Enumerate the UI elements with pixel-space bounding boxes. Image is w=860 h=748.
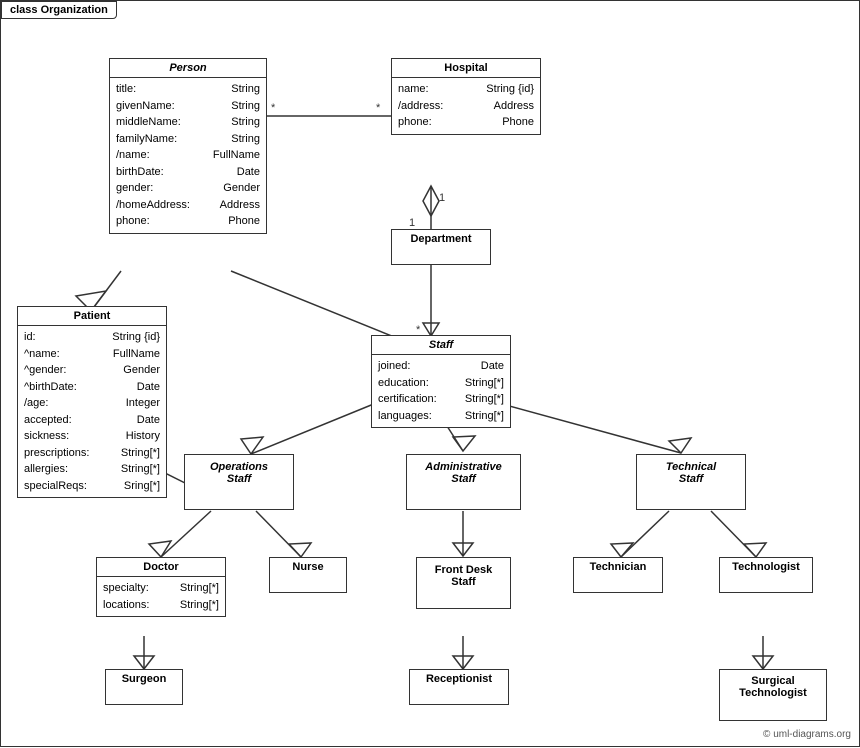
administrative-staff-title: AdministrativeStaff: [407, 455, 520, 491]
hospital-class: Hospital name:String {id} /address:Addre…: [391, 58, 541, 135]
department-title: Department: [392, 230, 490, 248]
hospital-attrs: name:String {id} /address:Address phone:…: [392, 78, 540, 134]
surgical-technologist-title: SurgicalTechnologist: [720, 670, 826, 704]
svg-text:1: 1: [439, 192, 445, 204]
svg-text:*: *: [376, 102, 381, 114]
surgeon-title: Surgeon: [106, 670, 182, 688]
technical-staff-title: TechnicalStaff: [637, 455, 745, 491]
svg-text:1: 1: [409, 217, 415, 229]
technologist-title: Technologist: [720, 558, 812, 576]
front-desk-staff-title: Front DeskStaff: [417, 558, 510, 594]
surgical-technologist-class: SurgicalTechnologist: [719, 669, 827, 721]
technologist-class: Technologist: [719, 557, 813, 593]
patient-title: Patient: [18, 307, 166, 326]
surgeon-class: Surgeon: [105, 669, 183, 705]
nurse-title: Nurse: [270, 558, 346, 576]
doctor-title: Doctor: [97, 558, 225, 577]
staff-title: Staff: [372, 336, 510, 355]
patient-attrs: id:String {id} ^name:FullName ^gender:Ge…: [18, 326, 166, 497]
staff-attrs: joined:Date education:String[*] certific…: [372, 355, 510, 427]
front-desk-staff-class: Front DeskStaff: [416, 557, 511, 609]
technical-staff-class: TechnicalStaff: [636, 454, 746, 510]
receptionist-title: Receptionist: [410, 670, 508, 688]
hospital-title: Hospital: [392, 59, 540, 78]
patient-class: Patient id:String {id} ^name:FullName ^g…: [17, 306, 167, 498]
person-class: Person title:String givenName:String mid…: [109, 58, 267, 234]
doctor-attrs: specialty:String[*] locations:String[*]: [97, 577, 225, 616]
technician-title: Technician: [574, 558, 662, 576]
doctor-class: Doctor specialty:String[*] locations:Str…: [96, 557, 226, 617]
department-class: Department: [391, 229, 491, 265]
administrative-staff-class: AdministrativeStaff: [406, 454, 521, 510]
copyright: © uml-diagrams.org: [763, 729, 851, 740]
operations-staff-title: OperationsStaff: [185, 455, 293, 491]
diagram-container: class Organization 1 1 1 * * *: [0, 0, 860, 747]
operations-staff-class: OperationsStaff: [184, 454, 294, 510]
svg-text:*: *: [271, 102, 276, 114]
staff-class: Staff joined:Date education:String[*] ce…: [371, 335, 511, 428]
nurse-class: Nurse: [269, 557, 347, 593]
person-attrs: title:String givenName:String middleName…: [110, 78, 266, 233]
diagram-title: class Organization: [1, 1, 117, 19]
receptionist-class: Receptionist: [409, 669, 509, 705]
person-title: Person: [110, 59, 266, 78]
technician-class: Technician: [573, 557, 663, 593]
